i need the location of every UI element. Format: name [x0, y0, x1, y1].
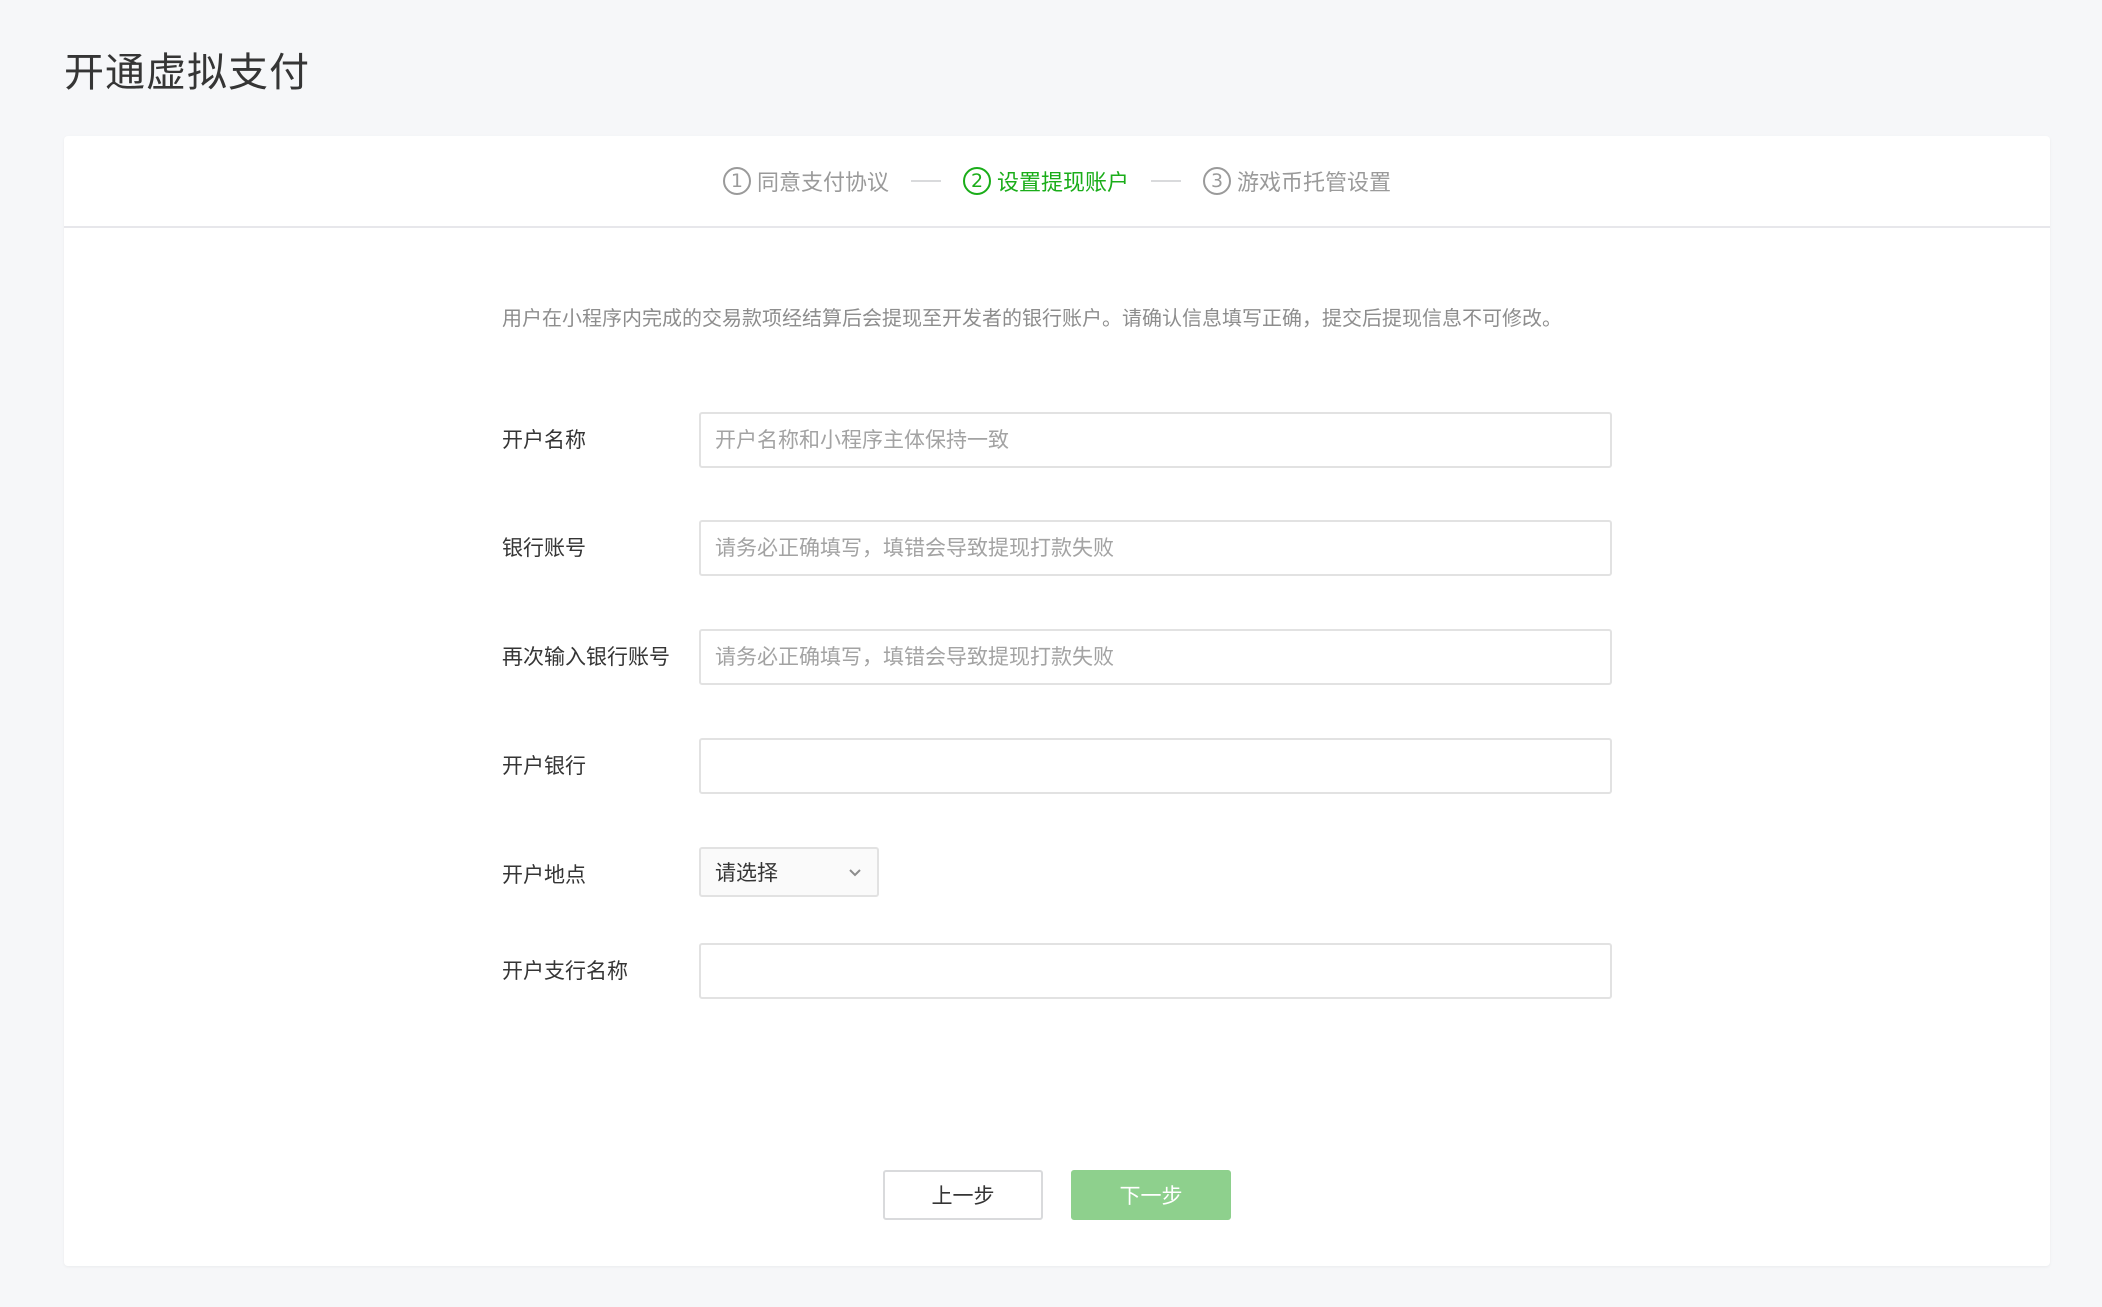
form-row-branch-name: 开户支行名称: [502, 943, 1676, 999]
location-select[interactable]: 请选择: [699, 847, 879, 897]
notice-text: 用户在小程序内完成的交易款项经结算后会提现至开发者的银行账户。请确认信息填写正确…: [502, 306, 1562, 330]
step-1-label: 同意支付协议: [756, 171, 889, 196]
bank-account-input[interactable]: [699, 520, 1612, 576]
step-1-number: 1: [722, 167, 751, 195]
bank-input[interactable]: [699, 738, 1612, 794]
step-3-label: 游戏币托管设置: [1237, 171, 1392, 196]
step-3: 3 游戏币托管设置: [1203, 165, 1391, 197]
bank-label: 开户银行: [502, 754, 586, 778]
next-step-button[interactable]: 下一步: [1071, 1170, 1231, 1220]
step-2-number: 2: [962, 167, 991, 195]
location-select-value: 请选择: [715, 861, 778, 885]
account-name-label: 开户名称: [502, 428, 586, 452]
form-row-bank-account-confirm: 再次输入银行账号: [502, 629, 1676, 685]
page-title: 开通虚拟支付: [64, 50, 310, 96]
form-card: 1 同意支付协议 2 设置提现账户 3 游戏币托管设置 用户在小程序内完成的交易…: [64, 136, 2050, 1266]
step-3-number: 3: [1203, 167, 1231, 195]
step-divider: [910, 180, 941, 182]
bank-account-confirm-input[interactable]: [699, 629, 1612, 685]
bank-account-label: 银行账号: [502, 536, 586, 560]
step-divider: [1151, 180, 1181, 182]
chevron-down-icon: [849, 869, 861, 877]
account-name-input[interactable]: [699, 412, 1612, 468]
location-label: 开户地点: [502, 863, 586, 887]
form-row-bank-account: 银行账号: [502, 520, 1676, 576]
action-buttons: 上一步 下一步: [64, 1170, 2050, 1220]
bank-account-confirm-label: 再次输入银行账号: [502, 645, 670, 669]
form-row-account-name: 开户名称: [502, 412, 1676, 468]
step-2: 2 设置提现账户: [962, 165, 1129, 197]
form-row-location: 开户地点 请选择: [502, 847, 1676, 903]
prev-step-button[interactable]: 上一步: [883, 1170, 1043, 1220]
branch-name-input[interactable]: [699, 943, 1612, 999]
step-indicator: 1 同意支付协议 2 设置提现账户 3 游戏币托管设置: [64, 136, 2050, 228]
step-1: 1 同意支付协议: [722, 165, 889, 197]
branch-name-label: 开户支行名称: [502, 959, 628, 983]
form-row-bank: 开户银行: [502, 738, 1676, 794]
step-2-label: 设置提现账户: [996, 171, 1129, 196]
